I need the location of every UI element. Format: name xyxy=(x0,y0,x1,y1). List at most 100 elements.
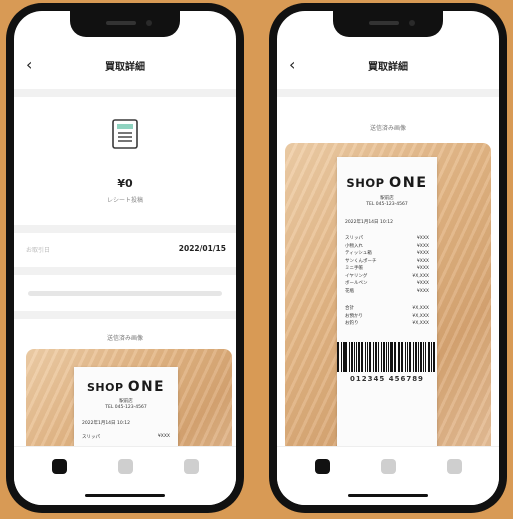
line-price: ¥X,XXX xyxy=(412,273,429,279)
screen-right: ‹ 買取詳細 送信済み画像 SHOP ONE 駅前店 TEL 045-123-4… xyxy=(277,11,499,505)
barcode-bar xyxy=(390,341,393,372)
image-content: 送信済み画像 SHOP ONE 駅前店 TEL 045-123-4567 202… xyxy=(277,89,499,447)
shop-prefix: SHOP xyxy=(346,176,385,190)
barcode xyxy=(337,341,437,372)
tab-2[interactable] xyxy=(381,459,396,474)
image-section-label: 送信済み画像 xyxy=(369,125,406,132)
line-name: お釣り xyxy=(345,321,359,326)
barcode-bar xyxy=(385,341,387,372)
barcode-bar xyxy=(358,341,360,372)
barcode-bar xyxy=(406,341,408,372)
barcode-bar xyxy=(344,341,347,372)
tab-bar xyxy=(277,446,499,505)
barcode-bar xyxy=(374,341,378,372)
barcode-bar xyxy=(431,341,433,372)
receipt-photo[interactable]: SHOP ONE 駅前店 TEL 045-123-4567 2022年1月14日… xyxy=(26,349,232,447)
camera xyxy=(146,20,152,26)
shop-tel: TEL 045-123-4567 xyxy=(366,202,408,207)
barcode-bar xyxy=(360,341,364,372)
shop-branch: 駅前店 xyxy=(380,196,394,201)
barcode-bar xyxy=(414,341,417,372)
tab-home[interactable] xyxy=(315,459,330,474)
barcode-bar xyxy=(423,341,425,372)
header: ‹ 買取詳細 xyxy=(277,51,499,81)
speaker xyxy=(369,21,399,25)
barcode-bar xyxy=(417,341,419,372)
amount-type-label: レシート投稿 xyxy=(106,197,143,204)
barcode-bar xyxy=(348,341,350,372)
shop-suffix: ONE xyxy=(389,175,428,191)
image-section-label: 送信済み画像 xyxy=(106,335,143,342)
line-name: イヤリング xyxy=(345,273,368,279)
shop-name: SHOP ONE xyxy=(74,379,178,395)
line-price: ¥XXX xyxy=(416,251,429,256)
item-name: スリッパ xyxy=(82,435,100,440)
tab-home[interactable] xyxy=(52,459,67,474)
barcode-bar xyxy=(381,341,382,372)
amount-value: ¥0 xyxy=(117,177,133,190)
receipt-paper: SHOP ONE 駅前店 TEL 045-123-4567 2022年1月14日… xyxy=(337,157,437,447)
line-name: 小物入れ xyxy=(345,243,363,249)
barcode-bar xyxy=(427,341,431,372)
line-price: ¥XXX xyxy=(416,243,429,249)
barcode-bar xyxy=(425,341,426,372)
shop-prefix: SHOP xyxy=(87,381,124,394)
receipt-item: スリッパ ¥XXX xyxy=(82,434,170,440)
line-price: ¥X,XXX xyxy=(412,306,429,311)
shop-suffix: ONE xyxy=(127,379,165,395)
receipt-photo[interactable]: SHOP ONE 駅前店 TEL 045-123-4567 2022年1月14日… xyxy=(285,143,491,447)
barcode-bar xyxy=(378,341,380,372)
line-name: 花瓶 xyxy=(345,288,354,294)
date-row: お取引日 2022/01/15 xyxy=(14,239,236,263)
phone-right: ‹ 買取詳細 送信済み画像 SHOP ONE 駅前店 TEL 045-123-4… xyxy=(269,3,507,513)
tab-2[interactable] xyxy=(118,459,133,474)
placeholder-bar xyxy=(28,291,222,296)
line-price: ¥XXX xyxy=(416,266,429,271)
detail-content: ¥0 レシート投稿 お取引日 2022/01/15 送信済み画像 SHOP ON… xyxy=(14,89,236,447)
line-price: ¥XXX xyxy=(416,236,429,241)
line-price: ¥X,XXX xyxy=(412,313,429,319)
divider xyxy=(14,225,236,233)
receipt-line: ミニ手帳 ¥XXX xyxy=(345,265,429,273)
barcode-bar xyxy=(413,341,414,372)
line-price: ¥XXX xyxy=(416,288,429,294)
receipt-line: ボールペン ¥XXX xyxy=(345,280,429,288)
tab-bar xyxy=(14,446,236,505)
barcode-bar xyxy=(356,341,358,372)
speaker xyxy=(106,21,136,25)
receipt-items: スリッパ ¥XXX 小物入れ ¥XXX ティッシュ箱 ¥XXX サンくんポーチ ¥XXX ミニ手… xyxy=(345,235,429,295)
barcode-bar xyxy=(404,341,406,372)
barcode-bar xyxy=(367,341,369,372)
home-indicator xyxy=(85,494,165,497)
tab-3[interactable] xyxy=(184,459,199,474)
receipt-totals: 合計 ¥X,XXX お預かり ¥X,XXX お釣り ¥X,XXX xyxy=(345,305,429,328)
line-price: ¥XXX xyxy=(416,258,429,264)
receipt-line: スリッパ ¥XXX xyxy=(345,235,429,243)
line-price: ¥X,XXX xyxy=(412,321,429,326)
receipt-line: 小物入れ ¥XXX xyxy=(345,243,429,251)
line-name: お預かり xyxy=(345,313,363,319)
line-name: ミニ手帳 xyxy=(345,266,363,271)
shop-tel: TEL 045-123-4567 xyxy=(105,405,147,410)
line-name: ボールペン xyxy=(345,281,368,286)
notch xyxy=(333,11,443,37)
barcode-bar xyxy=(340,341,342,372)
barcode-bar xyxy=(382,341,385,372)
receipt-datetime: 2022年1月14日 10:12 xyxy=(345,220,393,225)
receipt-line: ティッシュ箱 ¥XXX xyxy=(345,250,429,258)
barcode-number: 012345 456789 xyxy=(350,374,424,383)
barcode-bar xyxy=(342,341,344,372)
barcode-bar xyxy=(399,341,401,372)
receipt-line: 花瓶 ¥XXX xyxy=(345,288,429,296)
barcode-bar xyxy=(337,341,339,372)
tab-3[interactable] xyxy=(447,459,462,474)
line-price: ¥XXX xyxy=(416,281,429,286)
barcode-bar xyxy=(420,341,423,372)
barcode-bar xyxy=(433,341,435,372)
barcode-bar xyxy=(408,341,412,372)
receipt-line: 合計 ¥X,XXX xyxy=(345,305,429,313)
date-value: 2022/01/15 xyxy=(178,244,226,253)
barcode-bar xyxy=(397,341,399,372)
barcode-bar xyxy=(350,341,353,372)
receipt-icon xyxy=(112,119,138,149)
